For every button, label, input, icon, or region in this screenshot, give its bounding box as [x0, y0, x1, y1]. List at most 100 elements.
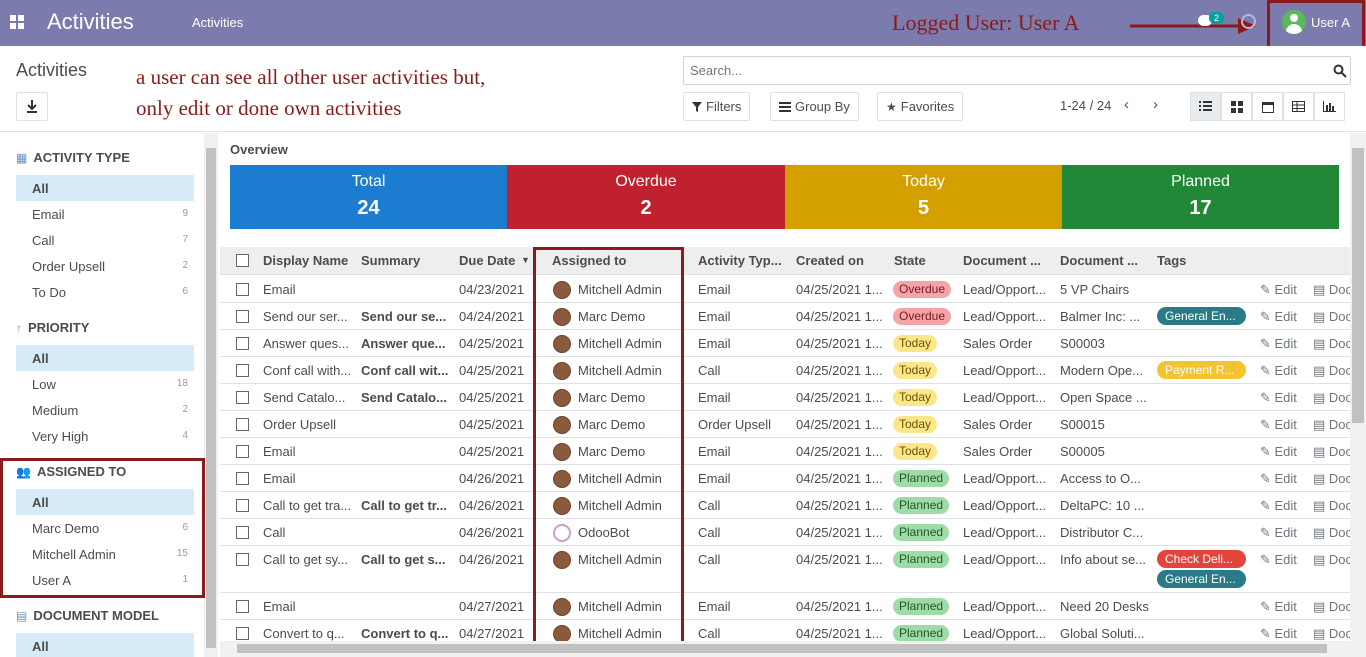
row-checkbox[interactable]: [236, 364, 249, 377]
table-row[interactable]: Email 04/27/2021 Mitchell Admin Email 04/25/…: [220, 593, 1352, 620]
column-header[interactable]: Display Name: [263, 253, 353, 268]
row-checkbox[interactable]: [236, 445, 249, 458]
overview-card[interactable]: Planned 17: [1062, 165, 1339, 229]
pager-next-icon[interactable]: ›: [1153, 96, 1158, 113]
edit-button[interactable]: ✎ Edit: [1260, 390, 1297, 406]
sidebar-filter-item[interactable]: Low 18: [16, 371, 194, 397]
document-button[interactable]: ▤ Doc: [1313, 417, 1352, 433]
sidebar-filter-item[interactable]: Call 7: [16, 227, 194, 253]
sidebar-filter-item[interactable]: Order Upsell 2: [16, 253, 194, 279]
pivot-view-button[interactable]: [1283, 92, 1314, 121]
edit-button[interactable]: ✎ Edit: [1260, 444, 1297, 460]
edit-button[interactable]: ✎ Edit: [1260, 498, 1297, 514]
row-checkbox[interactable]: [236, 600, 249, 613]
row-checkbox[interactable]: [236, 627, 249, 640]
sidebar-filter-item[interactable]: All: [16, 175, 194, 201]
table-row[interactable]: Send Catalo... Send Catalo... 04/25/2021 Ma…: [220, 384, 1352, 411]
column-header[interactable]: Created on: [796, 253, 884, 268]
apps-menu-icon[interactable]: [10, 15, 24, 29]
sidebar-filter-item[interactable]: Very High 4: [16, 423, 194, 449]
annotation-line-1: a user can see all other user activities…: [136, 65, 486, 89]
row-checkbox[interactable]: [236, 418, 249, 431]
table-row[interactable]: Order Upsell 04/25/2021 Marc Demo Order Ups…: [220, 411, 1352, 438]
document-button[interactable]: ▤ Doc: [1313, 336, 1352, 352]
select-all-checkbox[interactable]: [236, 254, 249, 267]
document-button[interactable]: ▤ Doc: [1313, 471, 1352, 487]
edit-button[interactable]: ✎ Edit: [1260, 552, 1297, 568]
edit-button[interactable]: ✎ Edit: [1260, 626, 1297, 642]
sidebar-scroll-thumb[interactable]: [206, 148, 216, 648]
favorites-button[interactable]: ★ Favorites: [877, 92, 964, 121]
group-by-button[interactable]: Group By: [770, 92, 859, 121]
column-header[interactable]: Document ...: [963, 253, 1053, 268]
row-checkbox[interactable]: [236, 337, 249, 350]
table-row[interactable]: Send our ser... Send our se... 04/24/2021 M…: [220, 303, 1352, 330]
activity-clock-icon[interactable]: [1241, 14, 1256, 29]
main-scroll-thumb[interactable]: [1352, 148, 1364, 423]
list-view-button[interactable]: [1190, 92, 1221, 121]
document-button[interactable]: ▤ Doc: [1313, 363, 1352, 379]
column-header[interactable]: Summary: [361, 253, 451, 268]
table-row[interactable]: Email 04/23/2021 Mitchell Admin Email 04/25/…: [220, 276, 1352, 303]
column-header[interactable]: Tags: [1157, 253, 1257, 268]
pager-value[interactable]: 1-24 / 24: [1060, 98, 1111, 113]
document-button[interactable]: ▤ Doc: [1313, 390, 1352, 406]
sidebar-filter-item[interactable]: Email 9: [16, 201, 194, 227]
row-checkbox[interactable]: [236, 283, 249, 296]
edit-button[interactable]: ✎ Edit: [1260, 525, 1297, 541]
arrow-right-icon: [1130, 18, 1256, 34]
pager-previous-icon[interactable]: ‹: [1124, 96, 1129, 113]
table-row[interactable]: Email 04/25/2021 Marc Demo Email 04/25/2021 …: [220, 438, 1352, 465]
overview-card[interactable]: Total 24: [230, 165, 507, 229]
edit-button[interactable]: ✎ Edit: [1260, 417, 1297, 433]
edit-button[interactable]: ✎ Edit: [1260, 363, 1297, 379]
graph-view-button[interactable]: [1314, 92, 1345, 121]
row-checkbox[interactable]: [236, 499, 249, 512]
download-button[interactable]: [16, 92, 48, 121]
search-box[interactable]: [683, 56, 1351, 85]
document-button[interactable]: ▤ Doc: [1313, 552, 1352, 568]
table-row[interactable]: Answer ques... Answer que... 04/25/2021 Mit…: [220, 330, 1352, 357]
menu-activities[interactable]: Activities: [192, 15, 243, 30]
document-button[interactable]: ▤ Doc: [1313, 498, 1352, 514]
row-checkbox[interactable]: [236, 472, 249, 485]
edit-button[interactable]: ✎ Edit: [1260, 282, 1297, 298]
sidebar-filter-item[interactable]: To Do 6: [16, 279, 194, 305]
table-row[interactable]: Conf call with... Conf call wit... 04/25/2…: [220, 357, 1352, 384]
table-row[interactable]: Call 04/26/2021 OdooBot Call 04/25/2021 1...…: [220, 519, 1352, 546]
sidebar-filter-item[interactable]: All: [16, 633, 194, 657]
sidebar-filter-item[interactable]: Medium 2: [16, 397, 194, 423]
app-brand[interactable]: Activities: [47, 9, 134, 35]
overview-card[interactable]: Today 5: [785, 165, 1062, 229]
overview-card[interactable]: Overdue 2: [507, 165, 785, 229]
document-button[interactable]: ▤ Doc: [1313, 444, 1352, 460]
search-icon[interactable]: [1333, 64, 1347, 78]
row-checkbox[interactable]: [236, 391, 249, 404]
edit-label: Edit: [1274, 309, 1297, 324]
sidebar-filter-item[interactable]: All: [16, 345, 194, 371]
column-header[interactable]: Activity Typ...: [698, 253, 788, 268]
table-row[interactable]: Email 04/26/2021 Mitchell Admin Email 04/25/…: [220, 465, 1352, 492]
edit-button[interactable]: ✎ Edit: [1260, 336, 1297, 352]
kanban-view-button[interactable]: [1221, 92, 1252, 121]
search-input[interactable]: [690, 63, 1290, 78]
row-checkbox[interactable]: [236, 310, 249, 323]
document-button[interactable]: ▤ Doc: [1313, 599, 1352, 615]
edit-button[interactable]: ✎ Edit: [1260, 599, 1297, 615]
filters-button[interactable]: Filters: [683, 92, 751, 121]
table-row[interactable]: Call to get sy... Call to get s... 04/26/2…: [220, 546, 1352, 593]
table-row[interactable]: Call to get tra... Call to get tr... 04/26…: [220, 492, 1352, 519]
horizontal-scroll-thumb[interactable]: [237, 644, 1327, 653]
edit-button[interactable]: ✎ Edit: [1260, 309, 1297, 325]
row-checkbox[interactable]: [236, 526, 249, 539]
sidebar-item-label: All: [32, 639, 49, 654]
document-button[interactable]: ▤ Doc: [1313, 525, 1352, 541]
document-button[interactable]: ▤ Doc: [1313, 626, 1352, 642]
column-header[interactable]: State: [894, 253, 959, 268]
edit-button[interactable]: ✎ Edit: [1260, 471, 1297, 487]
document-button[interactable]: ▤ Doc: [1313, 309, 1352, 325]
calendar-view-button[interactable]: [1252, 92, 1283, 121]
row-checkbox[interactable]: [236, 553, 249, 566]
column-header[interactable]: Document ...: [1060, 253, 1150, 268]
document-button[interactable]: ▤ Doc: [1313, 282, 1352, 298]
